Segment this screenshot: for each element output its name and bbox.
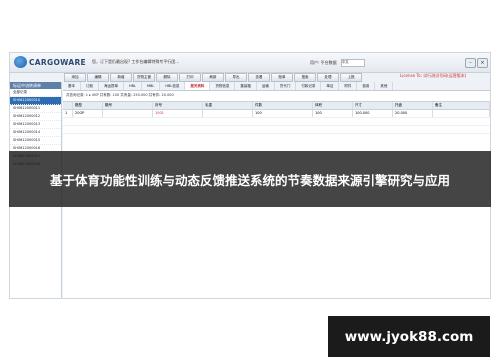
toolbar-button-cargo[interactable]: 货物主管 [133,73,155,82]
logo-text: CARGOWARE [29,57,86,67]
grid-header-cell: 备注 [433,102,490,109]
license-text: License To: 试行测试号码(运营版本) [400,73,467,78]
table-row-empty [63,118,490,126]
top-bar: CARGOWARE 您，订下是仍最出现? 工作台编辑特殊专平行团... 用户: … [10,53,490,73]
toolbar-button-process[interactable]: 处理 [317,73,339,82]
filter-summary: 共查询记录: 1 ▸ 0KP 共有数: 100 共有量: 250.000 共有件… [66,93,174,97]
tab[interactable]: 费用 [357,82,376,90]
tab[interactable]: HBL信息 [160,82,186,90]
tab-bar: 基本 订舱 海运提单 HBL MBL HBL信息 报关资料 货物信息 集装箱 运… [63,82,490,91]
toolbar-button-refresh[interactable]: 刷新 [202,73,224,82]
banner-title: 基于体育功能性训练与动态反馈推送系统的节奏数据来源引擎研究与应用 [49,172,450,188]
language-select[interactable]: 中文 [340,59,365,67]
table-row[interactable]: 1 20GP 1001 100 100 100.000 20.000 [63,110,490,118]
tab-active[interactable]: 报关资料 [185,82,211,90]
toolbar-button-export[interactable]: 导出 [225,73,247,82]
sidebar-title: 标运中流转调单 [10,82,61,89]
grid-header-cell: 箱型 [73,102,103,109]
toolbar-button-report[interactable]: 上报 [340,73,362,82]
toolbar-button-add[interactable]: 添加 [64,73,86,82]
tab[interactable]: MBL [142,82,161,90]
grid-header-cell: 体积 [313,102,353,109]
toolbar-button-new[interactable]: 新增 [110,73,132,82]
tab[interactable]: 货代门 [275,82,297,90]
grid-cell: 100.000 [353,110,393,117]
grid-header-cell: 封号 [153,102,203,109]
tree-item-selected[interactable]: SH0612000010 [10,97,61,105]
toolbar-button-print[interactable]: 打印 [179,73,201,82]
system-notice: 您，订下是仍最出现? 工作台编辑特殊专平行团... [92,59,180,64]
tree-item[interactable]: SH0612000014 [10,129,61,137]
toolbar-button-view[interactable]: 查看 [248,73,270,82]
toolbar-button-search[interactable]: 搜索 [294,73,316,82]
tree-item[interactable]: 全部记录 [10,89,61,97]
grid-cell [103,110,153,117]
toolbar-button-edit[interactable]: 编辑 [87,73,109,82]
watermark-url: www.jyok88.com [344,328,474,345]
toolbar-button-bill[interactable]: 账单 [271,73,293,82]
tab[interactable]: 运输 [257,82,275,90]
tab[interactable]: 海运提单 [99,82,124,90]
grid-cell: 1001 [153,110,203,117]
grid-header: 箱型 箱号 封号 毛重 件数 体积 尺寸 托盘 备注 [63,101,490,110]
grid-cell [433,110,490,117]
tree-item[interactable]: SH0612000012 [10,113,61,121]
grid-cell: 100 [313,110,353,117]
tab[interactable]: 订舱 [81,82,99,90]
tab[interactable]: 其他 [375,82,394,90]
toolbar-button-delete[interactable]: 删除 [156,73,178,82]
globe-icon [14,56,27,68]
grid-cell: 20GP [73,110,103,117]
tab[interactable]: 付款记录 [296,82,322,90]
tree-item[interactable]: SH0612000011 [10,105,61,113]
grid-cell: 20.000 [393,110,433,117]
title-banner: 基于体育功能性训练与动态反馈推送系统的节奏数据来源引擎研究与应用 [9,151,491,207]
grid-header-cell: 毛重 [203,102,253,109]
tab[interactable]: 附件 [339,82,358,90]
tab[interactable]: 集装箱 [235,82,257,90]
grid-header-cell: 箱号 [103,102,153,109]
tree-item[interactable]: SH0612000015 [10,137,61,145]
user-info: 用户: 平台数据 中文 [310,59,365,67]
grid-header-cell: 件数 [253,102,313,109]
close-button[interactable]: × [477,58,488,68]
grid-header-cell: 尺寸 [353,102,393,109]
grid-header-cell: 托盘 [393,102,433,109]
tab[interactable]: 基本 [63,82,81,90]
tab[interactable]: 货物信息 [210,82,236,90]
grid-cell: 100 [253,110,313,117]
tab[interactable]: HBL [124,82,142,90]
grid-cell [203,110,253,117]
watermark-box: www.jyok88.com [328,316,490,357]
grid-cell: 1 [63,110,73,117]
tab[interactable]: 单证 [321,82,340,90]
user-label: 用户: 平台数据 [310,60,337,65]
table-row-empty [63,126,490,134]
app-logo: CARGOWARE [14,56,86,68]
minimize-button[interactable]: – [465,58,476,68]
toolbar: 添加 编辑 新增 货物主管 删除 打印 刷新 导出 查看 账单 搜索 处理 上报 [64,73,362,82]
grid-header-cell [63,102,73,109]
tree-item[interactable]: SH0612000013 [10,121,61,129]
